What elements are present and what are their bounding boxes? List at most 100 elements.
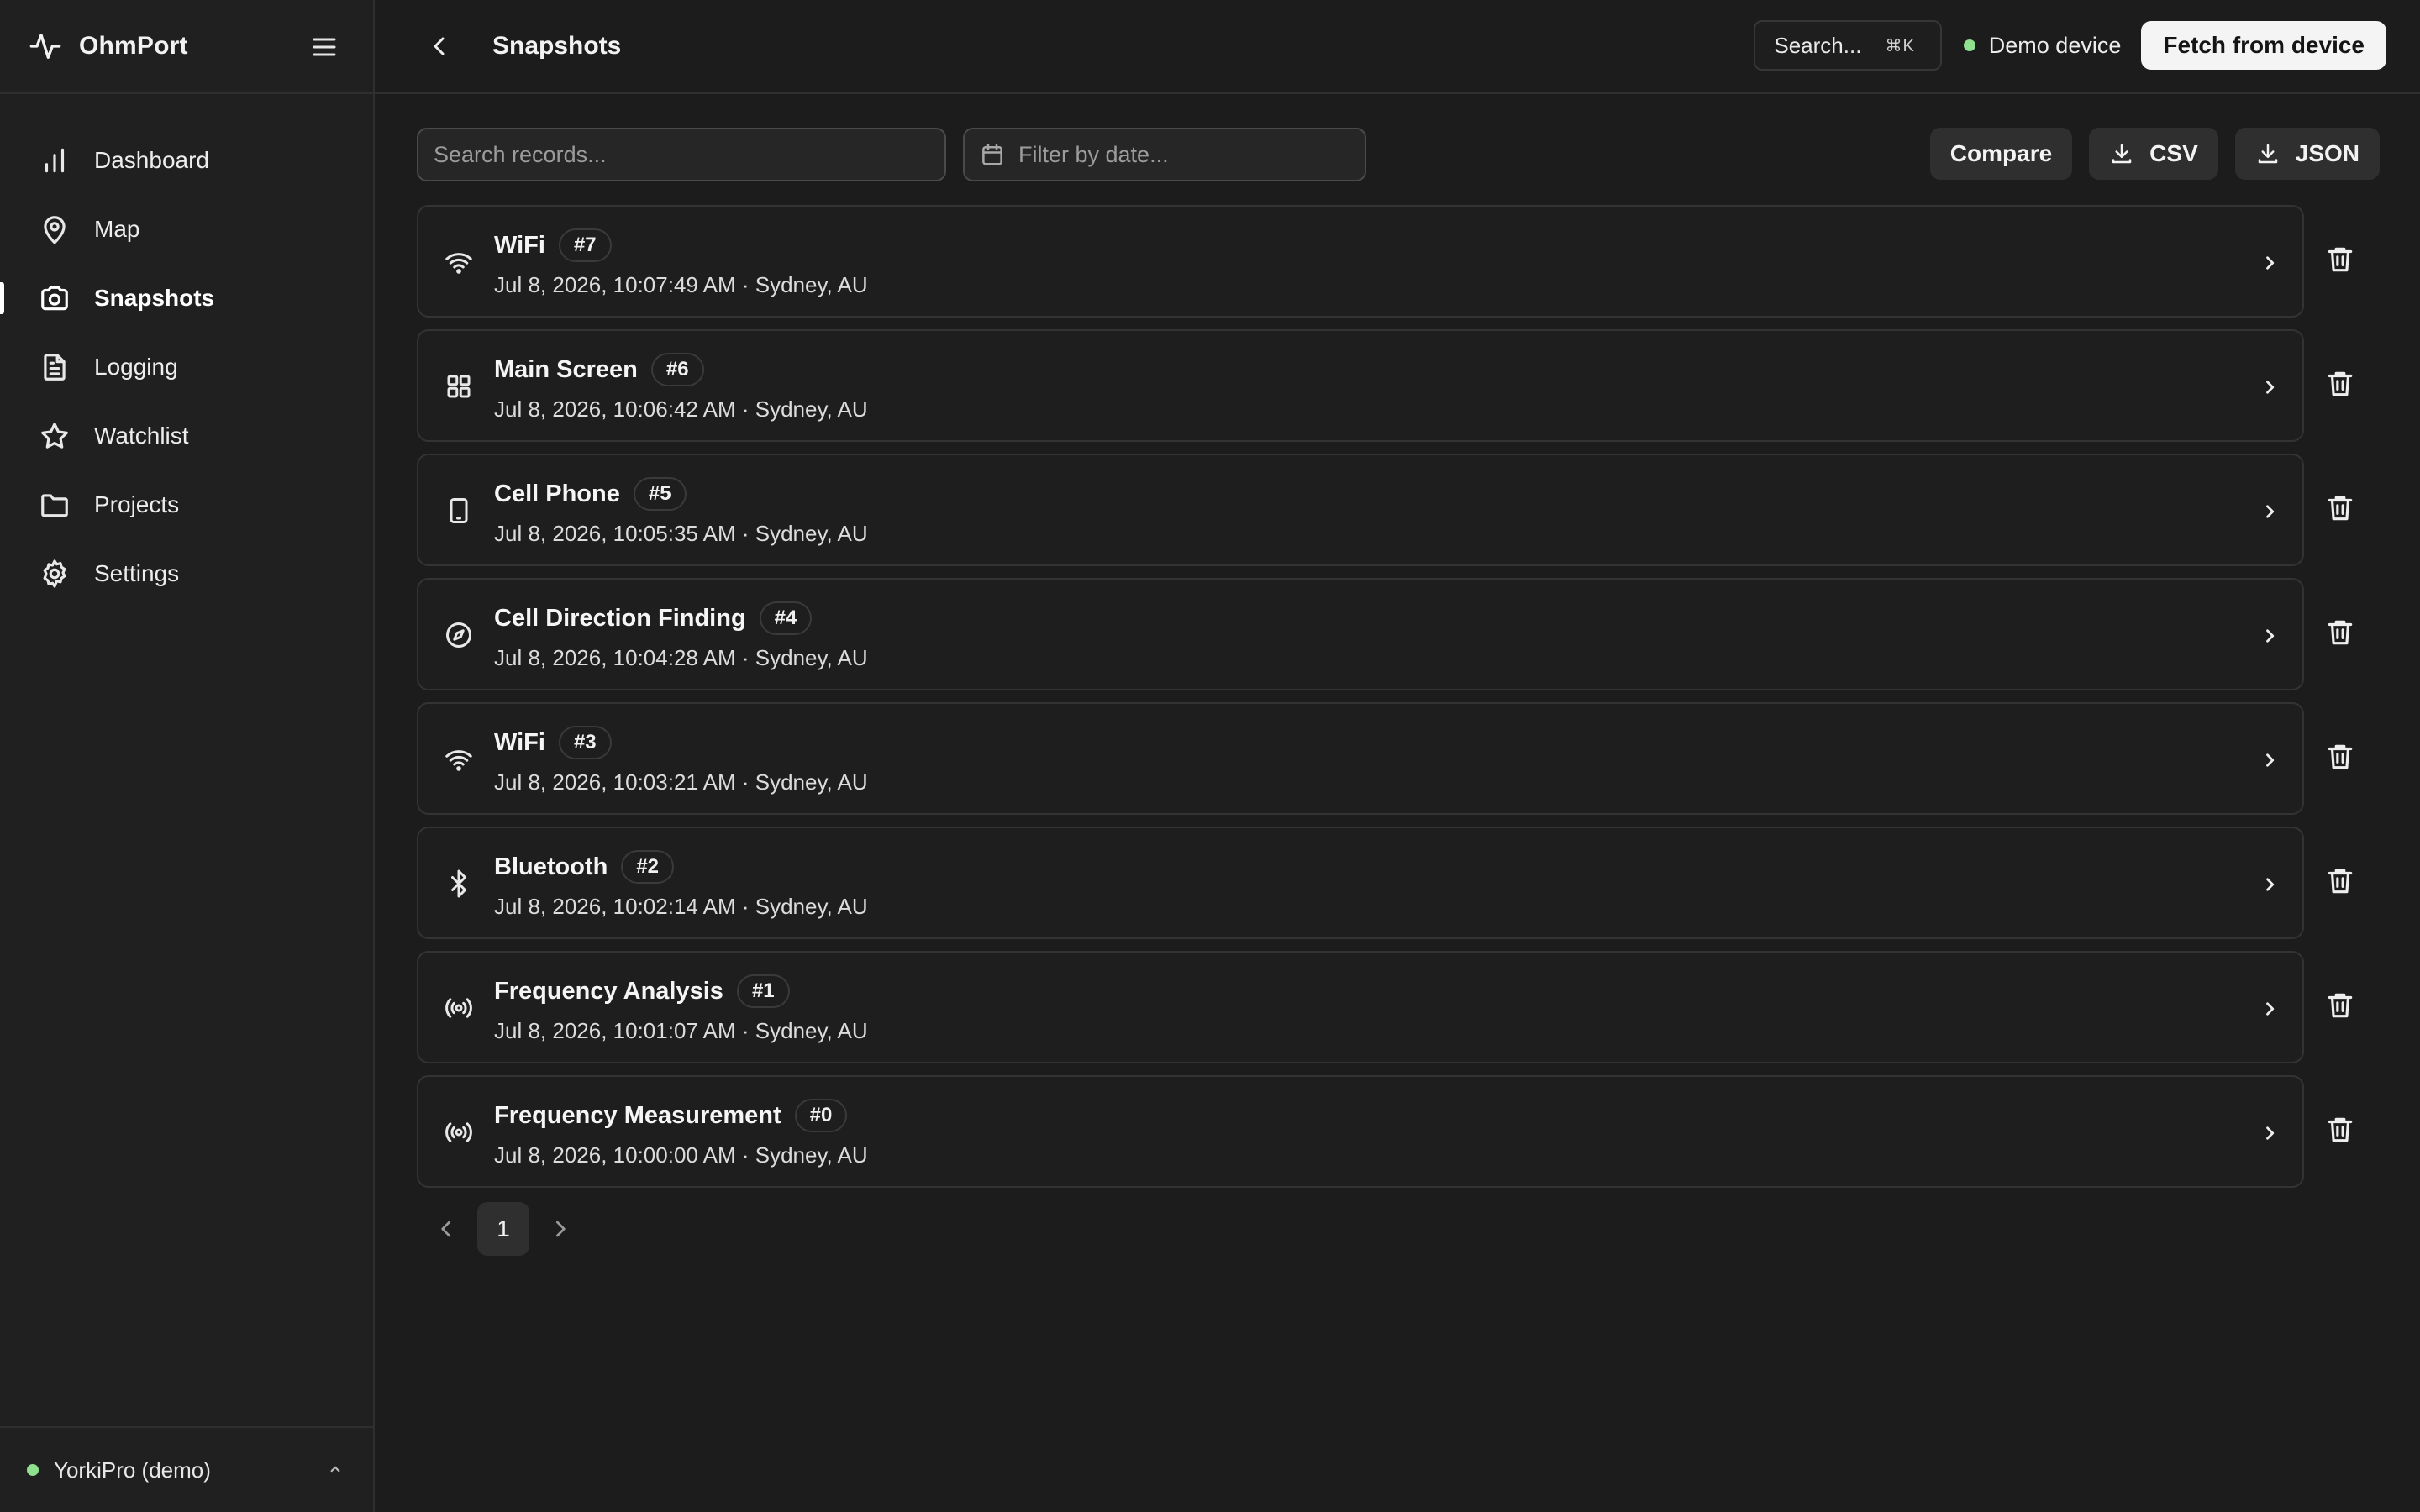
record-name: Cell Phone [494,480,620,507]
map-pin-icon [44,216,66,244]
record-meta: Jul 8, 2026, 10:02:14 AM · Sydney, AU [494,894,868,919]
topbar: Snapshots Search... ⌘K Demo device Fetch… [375,0,2420,94]
sidebar-item-label: Logging [94,354,178,380]
trash-icon[interactable] [2324,865,2356,897]
phone-icon [450,498,468,523]
record-meta: Jul 8, 2026, 10:04:28 AM · Sydney, AU [494,645,868,670]
compass-icon [446,622,471,648]
record-meta: Jul 8, 2026, 10:06:42 AM · Sydney, AU [494,396,868,422]
list-item: Frequency Measurement #0 Jul 8, 2026, 10… [417,1075,2380,1188]
record-meta: Jul 8, 2026, 10:03:21 AM · Sydney, AU [494,769,868,795]
sidebar-item-snapshots[interactable]: Snapshots [0,264,373,333]
device-switcher[interactable]: YorkiPro (demo) [0,1426,373,1512]
menu-icon[interactable] [309,32,339,62]
record-id-badge: #6 [650,353,704,386]
trash-icon[interactable] [2324,741,2356,773]
record-id-badge: #0 [794,1099,848,1132]
record-name: Frequency Analysis [494,977,723,1005]
chevron-right-icon [2266,505,2275,518]
record-meta: Jul 8, 2026, 10:05:35 AM · Sydney, AU [494,521,868,546]
record-id-badge: #3 [558,726,612,759]
trash-icon[interactable] [2324,244,2356,276]
snapshot-row[interactable]: Main Screen #6 Jul 8, 2026, 10:06:42 AM … [417,329,2304,442]
row-title: WiFi #3 [494,726,612,759]
list-item: WiFi #7 Jul 8, 2026, 10:07:49 AM · Sydne… [417,205,2380,318]
snapshot-row[interactable]: Bluetooth #2 Jul 8, 2026, 10:02:14 AM · … [417,827,2304,939]
snapshot-row[interactable]: WiFi #3 Jul 8, 2026, 10:03:21 AM · Sydne… [417,702,2304,815]
search-input[interactable] [417,128,946,181]
record-meta: Jul 8, 2026, 10:07:49 AM · Sydney, AU [494,272,868,297]
list-item: Cell Direction Finding #4 Jul 8, 2026, 1… [417,578,2380,690]
app-name: OhmPort [79,32,188,60]
chevron-right-icon[interactable] [546,1215,573,1242]
trash-icon[interactable] [2324,617,2356,648]
toolbar-actions: Compare CSV JSON [1913,128,2380,180]
record-id-badge: #2 [621,850,675,884]
device-status: Demo device [1963,32,2122,59]
sidebar-item-label: Projects [94,491,180,517]
chevron-right-icon [2266,753,2275,767]
page-number[interactable]: 1 [477,1202,529,1256]
chevron-right-icon [2266,1126,2275,1140]
row-title: WiFi #7 [494,228,612,262]
chevron-right-icon [2266,629,2275,643]
record-name: Cell Direction Finding [494,604,746,632]
sidebar-item-projects[interactable]: Projects [0,470,373,539]
export-json-button[interactable]: JSON [2234,128,2380,180]
trash-icon[interactable] [2324,368,2356,400]
compare-button[interactable]: Compare [1929,128,2073,180]
export-csv-button[interactable]: CSV [2089,128,2218,180]
trash-icon[interactable] [2324,990,2356,1021]
record-id-badge: #4 [759,601,813,635]
date-filter-placeholder: Filter by date... [1018,141,1169,167]
global-search-button[interactable]: Search... ⌘K [1754,20,1942,71]
sidebar: OhmPort Dashboard Map Snapshots Logging [0,0,375,1512]
row-title: Bluetooth #2 [494,850,675,884]
row-title: Cell Phone #5 [494,477,687,511]
bar-chart-icon [45,148,65,173]
sidebar-item-dashboard[interactable]: Dashboard [0,126,373,195]
snapshot-row[interactable]: Frequency Analysis #1 Jul 8, 2026, 10:01… [417,951,2304,1063]
sidebar-item-map[interactable]: Map [0,195,373,264]
fetch-from-device-button[interactable]: Fetch from device [2141,21,2386,70]
download-icon [2112,144,2132,164]
list-item: Main Screen #6 Jul 8, 2026, 10:06:42 AM … [417,329,2380,442]
row-title: Main Screen #6 [494,353,704,386]
trash-icon[interactable] [2324,492,2356,524]
star-icon [41,423,68,449]
calendar-icon [982,144,1002,165]
shortcut-hint: ⌘K [1885,36,1915,55]
chevron-right-icon [2266,256,2275,270]
date-filter-input[interactable]: Filter by date... [963,128,1366,181]
sidebar-item-watchlist[interactable]: Watchlist [0,402,373,470]
radio-icon [445,998,472,1018]
snapshot-row[interactable]: Cell Phone #5 Jul 8, 2026, 10:05:35 AM ·… [417,454,2304,566]
chevron-up-icon[interactable] [324,1458,346,1480]
export-csv-label: CSV [2149,140,2198,166]
list-item: Bluetooth #2 Jul 8, 2026, 10:02:14 AM · … [417,827,2380,939]
download-icon [2258,144,2277,164]
record-name: Bluetooth [494,853,608,880]
sidebar-item-label: Snapshots [94,285,215,311]
snapshot-row[interactable]: Frequency Measurement #0 Jul 8, 2026, 10… [417,1075,2304,1188]
device-status-label: Demo device [1988,32,2122,58]
camera-icon [41,286,68,311]
trash-icon[interactable] [2324,1114,2356,1146]
snapshot-list: WiFi #7 Jul 8, 2026, 10:07:49 AM · Sydne… [417,205,2380,1188]
activity-icon [29,34,61,60]
sidebar-item-settings[interactable]: Settings [0,539,373,608]
back-icon[interactable] [425,31,455,61]
toolbar: Filter by date... Compare CSV JSON [417,128,2380,181]
topbar-actions: Search... ⌘K Demo device Fetch from devi… [1754,20,2386,71]
radio-icon [445,1122,472,1142]
snapshots-panel: Filter by date... Compare CSV JSON [375,94,2420,1257]
sidebar-item-logging[interactable]: Logging [0,333,373,402]
chevron-right-icon [2266,1002,2275,1016]
global-search-label: Search... [1774,32,1862,58]
snapshot-row[interactable]: Cell Direction Finding #4 Jul 8, 2026, 1… [417,578,2304,690]
record-id-badge: #5 [633,477,687,511]
snapshot-row[interactable]: WiFi #7 Jul 8, 2026, 10:07:49 AM · Sydne… [417,205,2304,318]
chevron-left-icon[interactable] [434,1215,460,1242]
record-id-badge: #7 [558,228,612,262]
wifi-icon [445,750,472,771]
